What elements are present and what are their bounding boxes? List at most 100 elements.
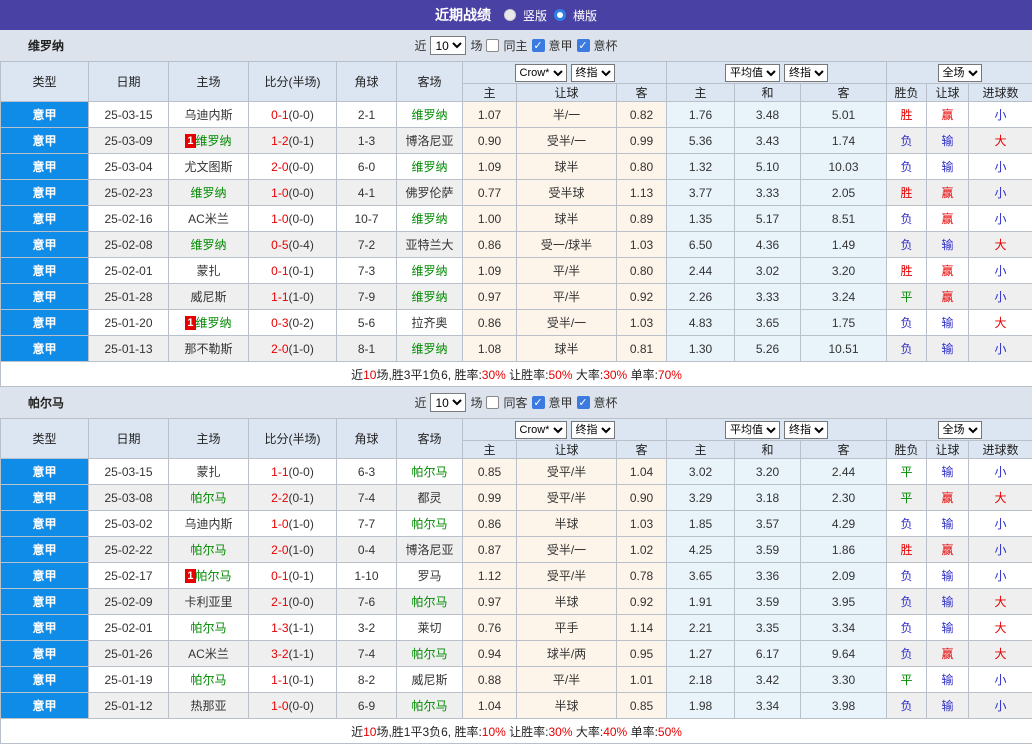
odds-away-cell: 1.14: [617, 615, 667, 641]
score-cell: 1-1(1-0): [249, 284, 337, 310]
result-cell: 负: [887, 128, 927, 154]
goals-cell: 大: [969, 232, 1032, 258]
date-cell: 25-01-13: [89, 336, 169, 362]
team-name: 帕尔马: [190, 621, 226, 635]
handicap-result-cell: 输: [927, 336, 969, 362]
col-avg-home: 主: [667, 84, 735, 102]
team-name: 维罗纳: [411, 160, 447, 174]
home-team-cell: AC米兰: [169, 641, 249, 667]
handicap-result-cell: 输: [927, 511, 969, 537]
avg-home-cell: 3.77: [667, 180, 735, 206]
match-row: 意甲25-01-12热那亚1-0(0-0)6-9帕尔马1.04半球0.851.9…: [1, 693, 1032, 719]
serie-a-checkbox[interactable]: ✓: [532, 39, 545, 52]
home-team-cell: 蒙扎: [169, 258, 249, 284]
score-cell: 1-0(0-0): [249, 206, 337, 232]
handicap-result-cell: 输: [927, 310, 969, 336]
team-name-label: 帕尔马: [28, 394, 64, 411]
odds-home-cell: 0.97: [463, 284, 517, 310]
horizontal-layout-radio[interactable]: [554, 9, 566, 21]
odds-home-cell: 0.86: [463, 511, 517, 537]
vertical-layout-radio[interactable]: [504, 9, 516, 21]
col-handicap-result: 让球: [927, 441, 969, 459]
avg-draw-cell: 3.65: [735, 310, 801, 336]
team-name: 帕尔马: [411, 517, 447, 531]
bookmaker-select[interactable]: Crow*: [515, 64, 567, 82]
avg-draw-cell: 3.35: [735, 615, 801, 641]
handicap-result-cell: 输: [927, 693, 969, 719]
team-name: 维罗纳: [196, 134, 232, 148]
avg-home-cell: 3.29: [667, 485, 735, 511]
summary-segment: 场,胜3平1负6, 胜率:: [376, 368, 481, 382]
team-name: 乌迪内斯: [184, 517, 232, 531]
serie-a-checkbox[interactable]: ✓: [532, 396, 545, 409]
avg-draw-cell: 6.17: [735, 641, 801, 667]
average-select[interactable]: 平均值: [725, 64, 780, 82]
match-row: 意甲25-02-08维罗纳0-5(0-4)7-2亚特兰大0.86受一/球半1.0…: [1, 232, 1032, 258]
avg-away-cell: 1.49: [801, 232, 887, 258]
date-cell: 25-03-09: [89, 128, 169, 154]
final-odds-select[interactable]: 终指: [571, 421, 615, 439]
odds-handicap-cell: 受平/半: [517, 563, 617, 589]
home-team-cell: 1维罗纳: [169, 310, 249, 336]
odds-away-cell: 0.89: [617, 206, 667, 232]
result-cell: 平: [887, 667, 927, 693]
horizontal-layout-label[interactable]: 横版: [573, 7, 597, 24]
odds-home-cell: 0.94: [463, 641, 517, 667]
odds-away-cell: 0.81: [617, 336, 667, 362]
italy-cup-checkbox[interactable]: ✓: [577, 396, 590, 409]
avg-home-cell: 1.91: [667, 589, 735, 615]
same-away-checkbox[interactable]: [486, 396, 499, 409]
date-cell: 25-03-08: [89, 485, 169, 511]
vertical-layout-label[interactable]: 竖版: [523, 7, 547, 24]
goals-cell: 小: [969, 102, 1032, 128]
avg-home-cell: 1.27: [667, 641, 735, 667]
odds-away-cell: 1.03: [617, 511, 667, 537]
bookmaker-group-header: Crow*终指: [463, 62, 667, 84]
result-cell: 负: [887, 336, 927, 362]
handicap-result-cell: 赢: [927, 537, 969, 563]
final-odds-select-2[interactable]: 终指: [784, 64, 828, 82]
bookmaker-select[interactable]: Crow*: [515, 421, 567, 439]
result-cell: 胜: [887, 537, 927, 563]
team-name: 罗马: [417, 569, 441, 583]
match-row: 意甲25-01-28威尼斯1-1(1-0)7-9维罗纳0.97平/半0.922.…: [1, 284, 1032, 310]
score-cell: 0-3(0-2): [249, 310, 337, 336]
league-cell: 意甲: [1, 284, 89, 310]
odds-handicap-cell: 半球: [517, 693, 617, 719]
same-home-checkbox[interactable]: [486, 39, 499, 52]
avg-home-cell: 2.26: [667, 284, 735, 310]
match-row: 意甲25-01-26AC米兰3-2(1-1)7-4帕尔马0.94球半/两0.95…: [1, 641, 1032, 667]
odds-handicap-cell: 受半/一: [517, 128, 617, 154]
avg-away-cell: 8.51: [801, 206, 887, 232]
team-name: 帕尔马: [411, 465, 447, 479]
average-select[interactable]: 平均值: [725, 421, 780, 439]
recent-count-select[interactable]: 10: [430, 36, 466, 55]
away-team-cell: 都灵: [397, 485, 463, 511]
team-name: 亚特兰大: [405, 238, 453, 252]
date-cell: 25-02-01: [89, 258, 169, 284]
result-cell: 负: [887, 641, 927, 667]
games-suffix-label: 场: [470, 394, 482, 411]
goals-cell: 大: [969, 641, 1032, 667]
goals-cell: 小: [969, 180, 1032, 206]
handicap-result-cell: 输: [927, 232, 969, 258]
average-group-header: 平均值终指: [667, 62, 887, 84]
avg-draw-cell: 5.26: [735, 336, 801, 362]
fulltime-group-header: 全场: [887, 419, 1032, 441]
italy-cup-checkbox[interactable]: ✓: [577, 39, 590, 52]
team-name: 帕尔马: [411, 699, 447, 713]
corner-cell: 2-1: [337, 102, 397, 128]
match-row: 意甲25-02-16AC米兰1-0(0-0)10-7维罗纳1.00球半0.891…: [1, 206, 1032, 232]
league-cell: 意甲: [1, 459, 89, 485]
odds-away-cell: 0.99: [617, 128, 667, 154]
goals-cell: 大: [969, 485, 1032, 511]
away-team-cell: 威尼斯: [397, 667, 463, 693]
fulltime-select[interactable]: 全场: [938, 421, 982, 439]
handicap-result-cell: 输: [927, 589, 969, 615]
final-odds-select[interactable]: 终指: [571, 64, 615, 82]
final-odds-select-2[interactable]: 终指: [784, 421, 828, 439]
corner-cell: 5-6: [337, 310, 397, 336]
handicap-result-cell: 输: [927, 563, 969, 589]
fulltime-select[interactable]: 全场: [938, 64, 982, 82]
recent-count-select[interactable]: 10: [430, 393, 466, 412]
